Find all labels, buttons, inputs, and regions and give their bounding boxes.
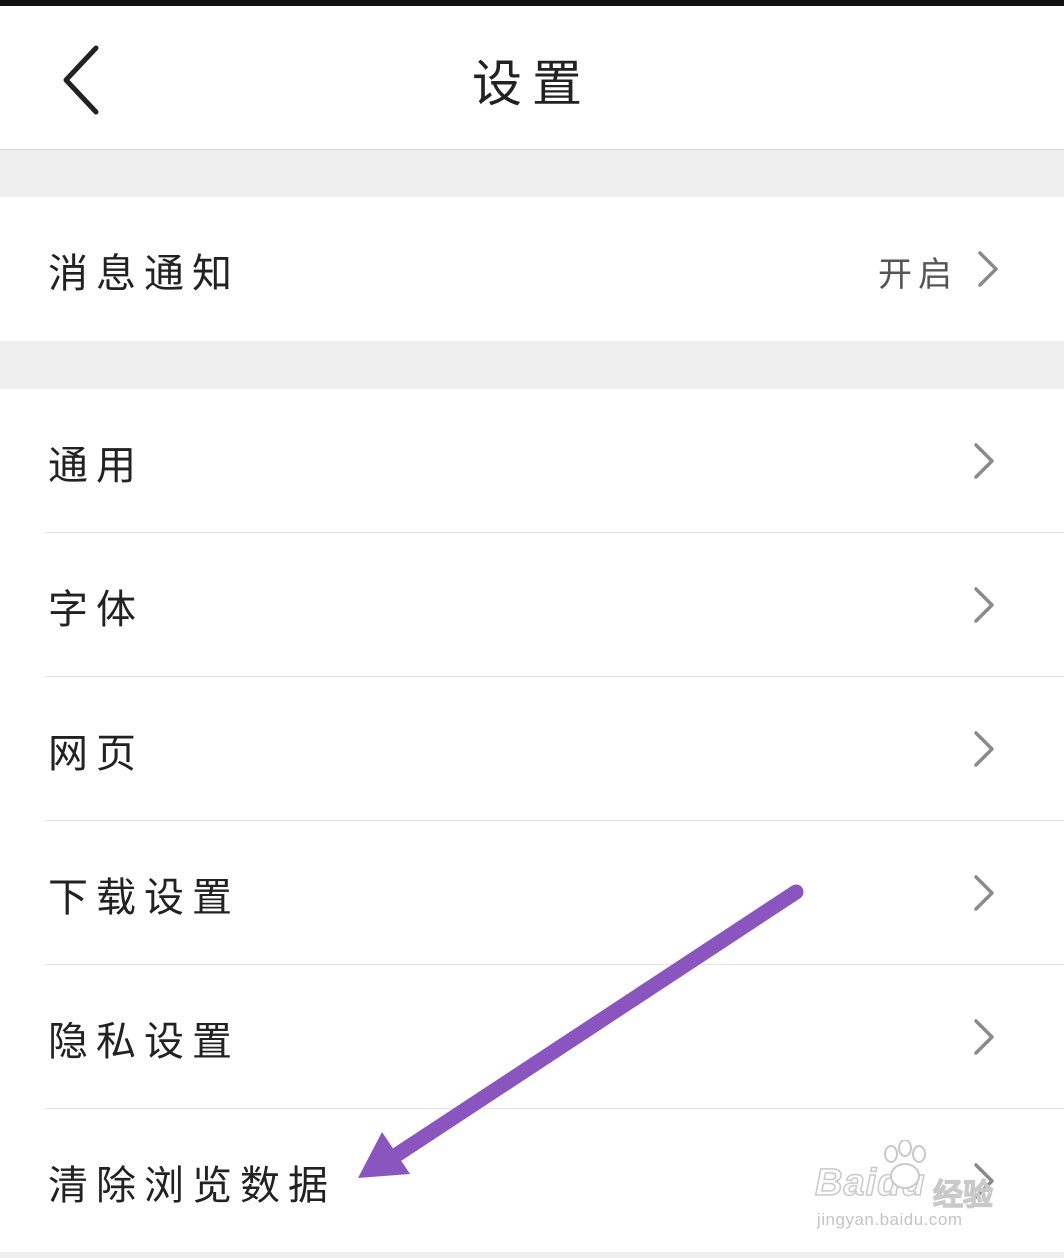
settings-item-label: 字体 xyxy=(48,587,144,633)
page-title: 设置 xyxy=(472,55,592,113)
chevron-right-icon xyxy=(974,1019,994,1055)
settings-item-download[interactable]: 下载设置 xyxy=(0,821,1064,965)
settings-item-webpage[interactable]: 网页 xyxy=(0,677,1064,821)
settings-item-notifications[interactable]: 消息通知 开启 xyxy=(0,197,1064,341)
section-gap xyxy=(0,1252,1064,1258)
settings-item-clear-browsing-data[interactable]: 清除浏览数据 xyxy=(0,1109,1064,1253)
chevron-right-icon xyxy=(974,731,994,767)
settings-item-font[interactable]: 字体 xyxy=(0,533,1064,677)
chevron-right-icon xyxy=(974,443,994,479)
settings-item-label: 下载设置 xyxy=(48,875,240,921)
settings-item-label: 消息通知 xyxy=(48,251,240,297)
chevron-right-icon xyxy=(974,875,994,911)
settings-item-general[interactable]: 通用 xyxy=(0,389,1064,533)
chevron-right-icon xyxy=(974,1163,994,1199)
settings-item-label: 清除浏览数据 xyxy=(48,1163,336,1209)
settings-item-label: 通用 xyxy=(48,443,144,489)
chevron-right-icon xyxy=(978,251,998,287)
chevron-right-icon xyxy=(974,587,994,623)
header-bar: 设置 xyxy=(0,6,1064,150)
section-gap xyxy=(0,341,1064,389)
settings-item-privacy[interactable]: 隐私设置 xyxy=(0,965,1064,1109)
section-gap xyxy=(0,150,1064,197)
notification-status-value: 开启 xyxy=(878,255,958,295)
settings-item-label: 网页 xyxy=(48,731,144,777)
settings-item-label: 隐私设置 xyxy=(48,1019,240,1065)
